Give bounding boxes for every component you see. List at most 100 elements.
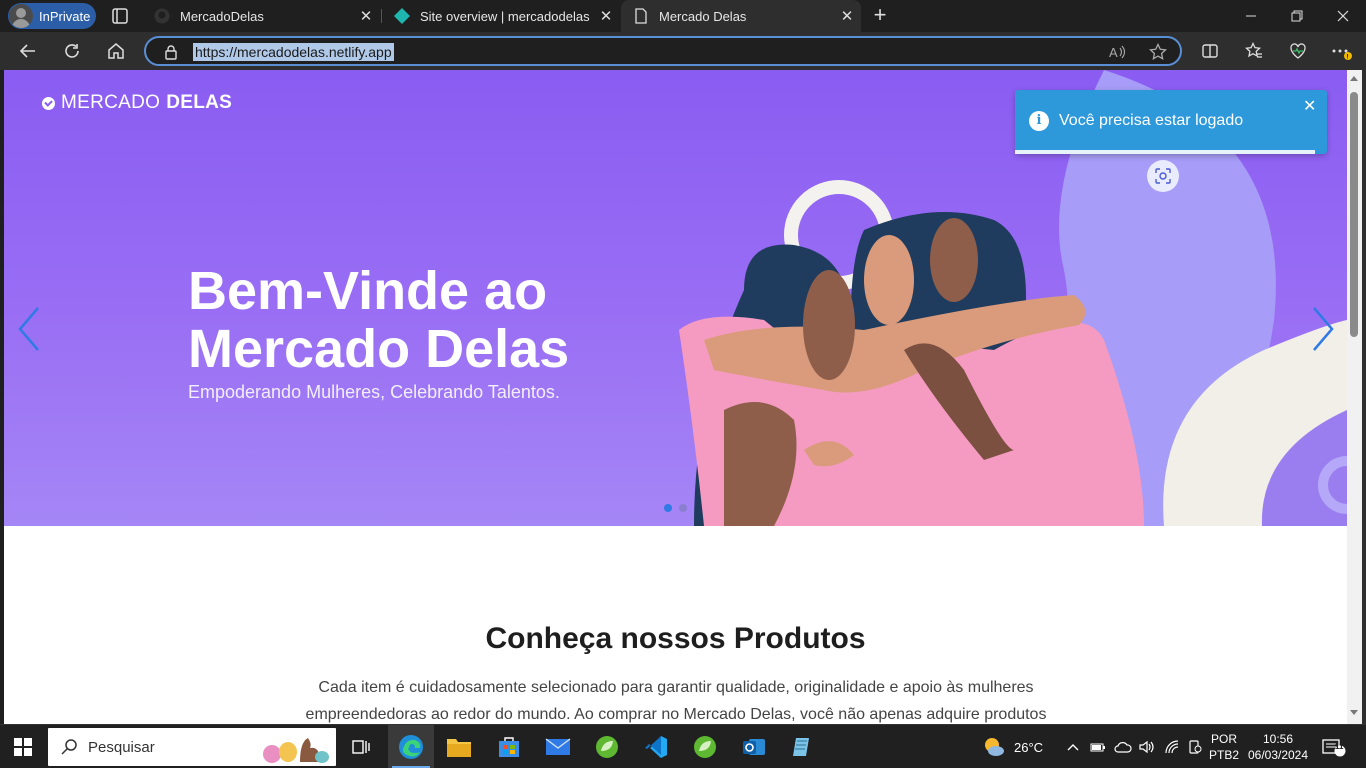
scroll-up-arrow[interactable]	[1350, 76, 1358, 81]
folder-icon	[447, 739, 471, 757]
windows-start-button[interactable]	[14, 738, 32, 756]
back-arrow-icon	[19, 44, 35, 58]
close-window-button[interactable]	[1320, 0, 1366, 32]
speaker-icon	[1139, 740, 1154, 754]
taskbar-mail[interactable]	[535, 725, 581, 768]
visual-search-button[interactable]	[1147, 160, 1179, 192]
products-description: Cada item é cuidadosamente selecionado p…	[305, 679, 1047, 723]
browser-essentials-button[interactable]	[1284, 37, 1312, 65]
address-bar[interactable]: https://mercadodelas.netlify.app A	[144, 36, 1182, 66]
scrollbar-thumb[interactable]	[1350, 92, 1358, 337]
clock-date: 06/03/2024	[1247, 748, 1309, 762]
carousel-indicators	[664, 504, 687, 512]
tab-title: Mercado Delas	[659, 8, 747, 24]
svg-text:A: A	[1109, 45, 1118, 60]
weather-widget[interactable]: 26°C	[982, 725, 1043, 768]
minimize-button[interactable]	[1228, 0, 1274, 32]
carousel-next-arrow-icon[interactable]	[1308, 304, 1338, 354]
page-scrollbar[interactable]	[1347, 70, 1362, 724]
profile-avatar	[9, 4, 33, 28]
browser-toolbar: https://mercadodelas.netlify.app A !	[0, 32, 1366, 70]
refresh-button[interactable]	[58, 37, 86, 65]
chevron-up-icon	[1067, 744, 1079, 751]
favorite-star-icon[interactable]	[1148, 42, 1168, 62]
language-code: POR	[1210, 732, 1237, 746]
back-button[interactable]	[14, 37, 42, 65]
show-hidden-icons[interactable]	[1066, 725, 1080, 768]
new-tab-button[interactable]: +	[868, 4, 892, 28]
close-tab-icon[interactable]: ✕	[833, 7, 861, 25]
inprivate-label: InPrivate	[39, 8, 91, 24]
close-tab-icon[interactable]: ✕	[352, 7, 380, 25]
page-viewport: MERCADO DELAS Bem-Vinde ao Mercado Delas…	[4, 70, 1347, 724]
hero-subtitle: Empoderando Mulheres, Celebrando Talento…	[188, 382, 560, 402]
netlify-icon	[394, 8, 410, 24]
device-status[interactable]	[1188, 725, 1202, 768]
hero-title: Bem-Vinde ao Mercado Delas	[188, 261, 570, 379]
carousel-dot[interactable]	[679, 504, 687, 512]
battery-status[interactable]	[1090, 725, 1106, 768]
taskbar-spring-tool-2[interactable]	[682, 725, 728, 768]
favorites-button[interactable]	[1240, 37, 1268, 65]
favorites-icon	[1245, 42, 1262, 58]
info-icon: i	[1029, 111, 1049, 131]
tab-mercadodelas-github[interactable]: MercadoDelas ✕	[142, 0, 380, 32]
edge-icon	[399, 735, 423, 759]
close-tab-icon[interactable]: ✕	[592, 7, 620, 25]
products-title: Conheça nossos Produtos	[485, 622, 866, 655]
lock-icon[interactable]	[164, 44, 178, 60]
cloud-sync-status[interactable]	[1114, 725, 1132, 768]
carousel-dot[interactable]	[664, 504, 672, 512]
toast-message: Você precisa estar logado	[1059, 112, 1244, 129]
input-language-indicator[interactable]: POR PTB2	[1208, 731, 1240, 763]
volume-control[interactable]	[1138, 725, 1156, 768]
taskbar-outlook[interactable]	[731, 725, 777, 768]
url-text[interactable]: https://mercadodelas.netlify.app	[193, 43, 394, 61]
phone-link-icon	[1189, 740, 1202, 754]
network-status[interactable]	[1164, 725, 1182, 768]
home-button[interactable]	[102, 37, 130, 65]
tab-title: Site overview | mercadodelas | Ne	[420, 8, 592, 24]
task-view-button[interactable]	[338, 725, 384, 768]
taskbar-spring-tool-1[interactable]	[584, 725, 630, 768]
keyboard-layout: PTB2	[1208, 748, 1239, 762]
taskbar-file-explorer[interactable]	[436, 725, 482, 768]
carousel-prev-arrow-icon[interactable]	[14, 304, 44, 354]
tab-actions-icon[interactable]	[110, 6, 130, 26]
tab-mercado-delas[interactable]: Mercado Delas ✕	[621, 0, 861, 32]
brand-logo[interactable]: MERCADO DELAS	[42, 92, 232, 114]
read-aloud-icon[interactable]: A	[1108, 42, 1128, 62]
brand-name-bold: DELAS	[166, 92, 233, 113]
taskbar-clock[interactable]: 10:56 06/03/2024	[1244, 731, 1312, 763]
browser-tab-bar: InPrivate MercadoDelas ✕ Site overview |…	[0, 0, 1366, 32]
inprivate-profile-button[interactable]: InPrivate	[8, 3, 96, 29]
wifi-icon	[1165, 740, 1179, 754]
tab-netlify-overview[interactable]: Site overview | mercadodelas | Ne ✕	[382, 0, 620, 32]
taskbar-vscode[interactable]	[633, 725, 679, 768]
notification-center-button[interactable]: 11	[1322, 725, 1346, 768]
more-options-icon: !	[1332, 49, 1352, 61]
taskbar-notepad[interactable]	[780, 725, 826, 768]
windows-taskbar: Pesquisar 26°C POR PTB2 10:56 06/03/2024…	[0, 724, 1366, 768]
taskbar-edge-app[interactable]	[388, 725, 434, 768]
scroll-down-arrow[interactable]	[1350, 710, 1358, 715]
brand-name-light: MERCADO	[61, 92, 161, 113]
store-icon	[499, 737, 519, 757]
login-required-toast: i Você precisa estar logado ✕	[1015, 90, 1327, 154]
heart-pulse-icon	[1290, 43, 1306, 59]
restore-button[interactable]	[1274, 0, 1320, 32]
svg-text:!: !	[1347, 55, 1349, 61]
search-placeholder: Pesquisar	[88, 739, 155, 756]
spring-leaf-icon	[596, 736, 618, 758]
toast-close-icon[interactable]: ✕	[1303, 96, 1316, 116]
split-screen-button[interactable]	[1196, 37, 1224, 65]
settings-menu-button[interactable]: !	[1328, 37, 1356, 65]
github-icon	[154, 8, 170, 24]
taskbar-search-box[interactable]: Pesquisar	[48, 728, 336, 766]
logo-check-icon	[42, 96, 55, 110]
split-screen-icon	[1202, 44, 1218, 58]
hero-carousel: MERCADO DELAS Bem-Vinde ao Mercado Delas…	[4, 70, 1347, 526]
search-icon	[61, 739, 77, 755]
clock-time: 10:56	[1262, 732, 1294, 746]
taskbar-microsoft-store[interactable]	[486, 725, 532, 768]
